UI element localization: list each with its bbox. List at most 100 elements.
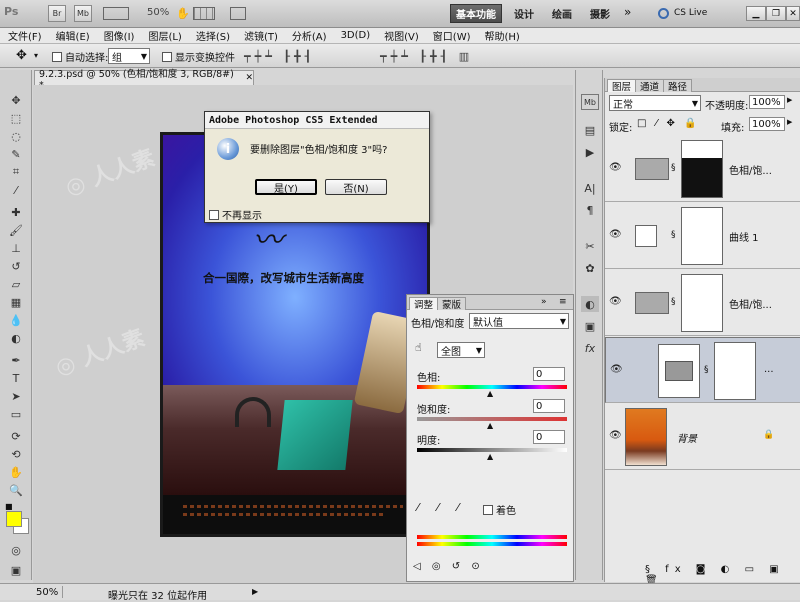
blend-mode-dropdown[interactable]: 正常 ▼ [609, 95, 701, 111]
menu-help[interactable]: 帮助(H) [485, 28, 520, 43]
layer-name[interactable]: 背景 [677, 430, 697, 445]
foreground-color-swatch[interactable] [6, 511, 22, 527]
screen-mode-icon[interactable]: ▣ [6, 562, 26, 578]
dodge-tool-icon[interactable]: ◐ [6, 330, 26, 346]
layer-row[interactable]: 👁 § 色相/饱... [605, 136, 800, 202]
visibility-eye-icon[interactable]: 👁 [609, 229, 622, 240]
brush-presets-icon[interactable]: ✿ [581, 260, 599, 276]
eraser-tool-icon[interactable]: ▱ [6, 276, 26, 292]
brush-tool-icon[interactable]: 🖌 [6, 222, 26, 238]
styles-icon[interactable]: fx [581, 340, 599, 356]
layer-row-selected[interactable]: 👁 § ... [605, 337, 800, 403]
character-icon[interactable]: A| [581, 180, 599, 196]
layer-name[interactable]: 色相/饱... [729, 296, 772, 311]
workspace-essentials[interactable]: 基本功能 [450, 4, 502, 23]
3d-orbit-tool-icon[interactable]: ⟲ [6, 446, 26, 462]
history-icon[interactable]: ▤ [581, 122, 599, 138]
fill-input[interactable]: 100% [749, 117, 785, 131]
screen-mode-icon[interactable] [230, 7, 246, 20]
visibility-eye-icon[interactable]: 👁 [609, 162, 622, 173]
healing-brush-tool-icon[interactable]: ✚ [6, 204, 26, 220]
hand-tool-icon[interactable]: ✋ [6, 464, 26, 480]
restore-button[interactable]: ❐ [766, 6, 786, 21]
marquee-tool-icon[interactable]: ⬚ [6, 110, 26, 126]
close-button[interactable]: ✕ [786, 6, 800, 21]
document-tab[interactable]: 9.2.3.psd @ 50% (色相/饱和度 3, RGB/8#) * ✕ [34, 69, 254, 91]
tool-preset-dropdown-icon[interactable]: ▾ [34, 51, 38, 60]
layer-row[interactable]: 👁 背景 🔒 [605, 404, 800, 470]
history-brush-tool-icon[interactable]: ↺ [6, 258, 26, 274]
eyedropper-plus-icon[interactable]: ⁄ [437, 501, 439, 514]
cs-live-button[interactable]: CS Live [674, 8, 707, 18]
lightness-input[interactable]: 0 [533, 430, 565, 444]
adjustments-icon[interactable]: ◐ [581, 296, 599, 312]
minimize-button[interactable]: ▁ [746, 6, 766, 21]
move-tool-icon[interactable]: ✥ [6, 92, 26, 108]
show-transform-checkbox[interactable] [162, 51, 172, 62]
hue-input[interactable]: 0 [533, 367, 565, 381]
chevron-right-icon[interactable]: ▶ [787, 118, 792, 126]
yes-button[interactable]: 是(Y) [255, 179, 317, 195]
mini-bridge-icon[interactable]: Mb [581, 94, 599, 110]
preset-dropdown[interactable]: 默认值 ▼ [469, 313, 569, 329]
blur-tool-icon[interactable]: 💧 [6, 312, 26, 328]
eyedropper-tool-icon[interactable]: ⁄ [6, 182, 26, 198]
crop-tool-icon[interactable]: ⌗ [6, 164, 26, 180]
chevron-right-icon[interactable]: ▶ [787, 96, 792, 104]
hue-slider-handle[interactable]: ▲ [487, 389, 493, 398]
auto-select-checkbox[interactable] [52, 51, 62, 62]
layer-name[interactable]: 曲线 1 [729, 229, 759, 244]
mini-bridge-button[interactable]: Mb [74, 5, 92, 22]
tab-paths[interactable]: 路径 [663, 79, 693, 93]
shape-tool-icon[interactable]: ▭ [6, 406, 26, 422]
menu-image[interactable]: 图像(I) [104, 28, 135, 43]
tab-masks[interactable]: 蒙版 [437, 297, 467, 311]
default-colors-icon[interactable]: ■ [5, 502, 13, 511]
actions-icon[interactable]: ▶ [581, 144, 599, 160]
visibility-eye-icon[interactable]: 👁 [610, 364, 623, 375]
no-button[interactable]: 否(N) [325, 179, 387, 195]
menu-layer[interactable]: 图层(L) [148, 28, 181, 43]
paragraph-icon[interactable]: ¶ [581, 202, 599, 218]
distribute-buttons-group[interactable]: ┯┿┷ ┠╋┨ ▥ [380, 50, 473, 63]
status-menu-arrow-icon[interactable]: ▶ [252, 587, 258, 596]
zoom-tool-icon[interactable]: 🔍 [6, 482, 26, 498]
menu-edit[interactable]: 编辑(E) [56, 28, 90, 43]
menu-file[interactable]: 文件(F) [8, 28, 42, 43]
align-buttons-group[interactable]: ┯┿┷ ┠╋┨ [244, 50, 315, 63]
menu-view[interactable]: 视图(V) [384, 28, 419, 43]
layer-name[interactable]: ... [764, 364, 774, 375]
colorize-checkbox[interactable] [483, 504, 493, 515]
menu-filter[interactable]: 滤镜(T) [244, 28, 278, 43]
menu-analysis[interactable]: 分析(A) [292, 28, 327, 43]
lasso-tool-icon[interactable]: ◌ [6, 128, 26, 144]
tool-presets-icon[interactable]: ✂ [581, 238, 599, 254]
close-tab-icon[interactable]: ✕ [245, 73, 253, 83]
zoom-level-dropdown[interactable]: 50% [147, 7, 169, 18]
arrange-documents-icon[interactable] [193, 7, 215, 20]
hand-tool-icon[interactable]: ✋ [176, 7, 190, 20]
view-extras-icon[interactable] [103, 7, 129, 20]
pen-tool-icon[interactable]: ✒ [6, 352, 26, 368]
menu-3d[interactable]: 3D(D) [341, 30, 371, 41]
workspace-photography[interactable]: 摄影 [584, 4, 616, 23]
more-workspaces-icon[interactable]: » [624, 5, 631, 19]
tab-channels[interactable]: 通道 [635, 79, 665, 93]
opacity-input[interactable]: 100% [749, 95, 785, 109]
saturation-slider-handle[interactable]: ▲ [487, 421, 493, 430]
auto-select-dropdown[interactable]: 组 ▼ [108, 48, 150, 64]
layer-row[interactable]: 👁 § 色相/饱... [605, 270, 800, 336]
path-selection-tool-icon[interactable]: ➤ [6, 388, 26, 404]
visibility-eye-icon[interactable]: 👁 [609, 296, 622, 307]
gradient-tool-icon[interactable]: ▦ [6, 294, 26, 310]
masks-icon[interactable]: ▣ [581, 318, 599, 334]
tab-layers[interactable]: 图层 [607, 79, 637, 93]
eyedropper-minus-icon[interactable]: ⁄ [457, 501, 459, 514]
lock-buttons-group[interactable]: □ ⁄ ✥ 🔒 [637, 118, 699, 129]
dont-show-again-checkbox[interactable] [209, 209, 219, 220]
3d-rotate-tool-icon[interactable]: ⟳ [6, 428, 26, 444]
type-tool-icon[interactable]: T [6, 370, 26, 386]
eyedropper-icon[interactable]: ⁄ [417, 501, 419, 514]
channel-dropdown[interactable]: 全图 ▼ [437, 342, 485, 358]
quick-select-tool-icon[interactable]: ✎ [6, 146, 26, 162]
